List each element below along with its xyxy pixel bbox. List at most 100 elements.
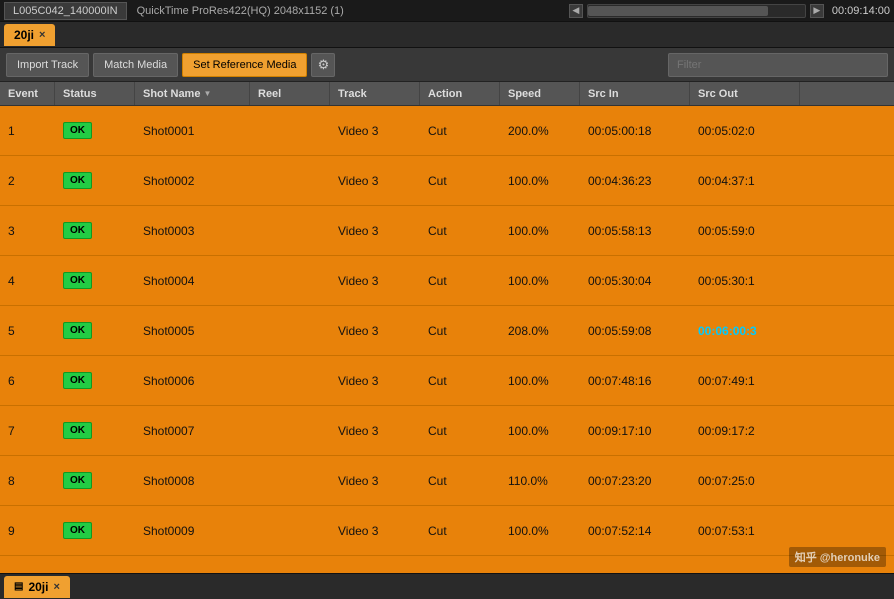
cell-srcout: 00:07:25:0 xyxy=(690,456,800,505)
cell-srcout: 00:07:53:1 xyxy=(690,506,800,555)
table-container: Event Status Shot Name ▼ Reel Track Acti… xyxy=(0,82,894,573)
cell-shotname: Shot0005 xyxy=(135,306,250,355)
cell-srcout: 00:04:37:1 xyxy=(690,156,800,205)
cell-reel xyxy=(250,106,330,155)
timeline-icon: ▤ xyxy=(14,581,23,592)
cell-event: 7 xyxy=(0,406,55,455)
cell-srcin: 00:05:59:08 xyxy=(580,306,690,355)
cell-status: OK xyxy=(55,106,135,155)
cell-track: Video 3 xyxy=(330,306,420,355)
table-row[interactable]: 8 OK Shot0008 Video 3 Cut 110.0% 00:07:2… xyxy=(0,456,894,506)
cell-event: 6 xyxy=(0,356,55,405)
cell-track: Video 3 xyxy=(330,206,420,255)
set-reference-media-button[interactable]: Set Reference Media xyxy=(182,53,307,77)
match-media-button[interactable]: Match Media xyxy=(93,53,178,77)
cell-track: Video 3 xyxy=(330,406,420,455)
cell-srcin: 00:05:30:04 xyxy=(580,256,690,305)
cell-event: 2 xyxy=(0,156,55,205)
cell-speed: 100.0% xyxy=(500,256,580,305)
cell-speed: 100.0% xyxy=(500,156,580,205)
cell-srcin: 00:05:58:13 xyxy=(580,206,690,255)
cell-srcin: 00:09:17:10 xyxy=(580,406,690,455)
col-header-srcout: Src Out xyxy=(690,82,800,105)
tab-bar: 20ji × xyxy=(0,22,894,48)
cell-track: Video 3 xyxy=(330,356,420,405)
cell-track: Video 3 xyxy=(330,106,420,155)
table-row[interactable]: 7 OK Shot0007 Video 3 Cut 100.0% 00:09:1… xyxy=(0,406,894,456)
col-header-status: Status xyxy=(55,82,135,105)
status-ok-badge: OK xyxy=(63,472,92,489)
scroll-left-arrow[interactable]: ◀ xyxy=(569,4,583,18)
filter-input[interactable] xyxy=(668,53,888,77)
cell-reel xyxy=(250,456,330,505)
table-body: 1 OK Shot0001 Video 3 Cut 200.0% 00:05:0… xyxy=(0,106,894,573)
cell-event: 9 xyxy=(0,506,55,555)
col-header-srcin: Src In xyxy=(580,82,690,105)
cell-action: Cut xyxy=(420,356,500,405)
cell-event: 8 xyxy=(0,456,55,505)
table-row[interactable]: 9 OK Shot0009 Video 3 Cut 100.0% 00:07:5… xyxy=(0,506,894,556)
cell-srcin: 00:07:23:20 xyxy=(580,456,690,505)
cell-srcin: 00:07:48:16 xyxy=(580,356,690,405)
cell-speed: 208.0% xyxy=(500,306,580,355)
cell-speed: 100.0% xyxy=(500,356,580,405)
cell-event: 3 xyxy=(0,206,55,255)
cell-srcout: 00:05:59:0 xyxy=(690,206,800,255)
top-scrollbar-thumb xyxy=(588,6,768,16)
table-row[interactable]: 1 OK Shot0001 Video 3 Cut 200.0% 00:05:0… xyxy=(0,106,894,156)
cell-speed: 100.0% xyxy=(500,506,580,555)
timecode: 00:09:14:00 xyxy=(832,5,890,17)
status-ok-badge: OK xyxy=(63,422,92,439)
cell-status: OK xyxy=(55,356,135,405)
cell-reel xyxy=(250,256,330,305)
status-ok-badge: OK xyxy=(63,322,92,339)
cell-speed: 200.0% xyxy=(500,106,580,155)
cell-reel xyxy=(250,356,330,405)
tab-close-icon[interactable]: × xyxy=(39,29,45,41)
bottom-tab-label: 20ji xyxy=(28,580,48,594)
cell-track: Video 3 xyxy=(330,156,420,205)
col-header-shotname: Shot Name ▼ xyxy=(135,82,250,105)
top-scrollbar[interactable] xyxy=(587,4,806,18)
cell-action: Cut xyxy=(420,206,500,255)
table-row[interactable]: 3 OK Shot0003 Video 3 Cut 100.0% 00:05:5… xyxy=(0,206,894,256)
watermark: 知乎 @heronuke xyxy=(789,547,886,567)
status-ok-badge: OK xyxy=(63,222,92,239)
cell-status: OK xyxy=(55,506,135,555)
cell-event: 5 xyxy=(0,306,55,355)
tab-20ji[interactable]: 20ji × xyxy=(4,24,55,46)
table-row[interactable]: 6 OK Shot0006 Video 3 Cut 100.0% 00:07:4… xyxy=(0,356,894,406)
cell-event: 1 xyxy=(0,106,55,155)
scroll-right-arrow[interactable]: ▶ xyxy=(810,4,824,18)
col-header-action: Action xyxy=(420,82,500,105)
table-row[interactable]: 4 OK Shot0004 Video 3 Cut 100.0% 00:05:3… xyxy=(0,256,894,306)
media-info: QuickTime ProRes422(HQ) 2048x1152 (1) xyxy=(137,5,344,17)
table-row[interactable]: 2 OK Shot0002 Video 3 Cut 100.0% 00:04:3… xyxy=(0,156,894,206)
cell-srcout: 00:06:00:3 xyxy=(690,306,800,355)
col-header-reel: Reel xyxy=(250,82,330,105)
bottom-tab-close-icon[interactable]: × xyxy=(53,581,59,593)
col-header-event: Event xyxy=(0,82,55,105)
cell-shotname: Shot0002 xyxy=(135,156,250,205)
bottom-tab-20ji[interactable]: ▤ 20ji × xyxy=(4,576,70,598)
import-track-button[interactable]: Import Track xyxy=(6,53,89,77)
cell-shotname: Shot0004 xyxy=(135,256,250,305)
cell-shotname: Shot0008 xyxy=(135,456,250,505)
cell-action: Cut xyxy=(420,156,500,205)
cell-status: OK xyxy=(55,156,135,205)
cell-srcout: 00:07:49:1 xyxy=(690,356,800,405)
cell-action: Cut xyxy=(420,406,500,455)
cell-shotname: Shot0006 xyxy=(135,356,250,405)
col-header-speed: Speed xyxy=(500,82,580,105)
table-header: Event Status Shot Name ▼ Reel Track Acti… xyxy=(0,82,894,106)
cell-srcout: 00:09:17:2 xyxy=(690,406,800,455)
gear-button[interactable]: ⚙ xyxy=(311,53,335,77)
status-ok-badge: OK xyxy=(63,272,92,289)
cell-action: Cut xyxy=(420,506,500,555)
cell-action: Cut xyxy=(420,306,500,355)
cell-status: OK xyxy=(55,406,135,455)
table-row[interactable]: 5 OK Shot0005 Video 3 Cut 208.0% 00:05:5… xyxy=(0,306,894,356)
cell-srcin: 00:05:00:18 xyxy=(580,106,690,155)
cell-srcin: 00:04:36:23 xyxy=(580,156,690,205)
status-ok-badge: OK xyxy=(63,522,92,539)
